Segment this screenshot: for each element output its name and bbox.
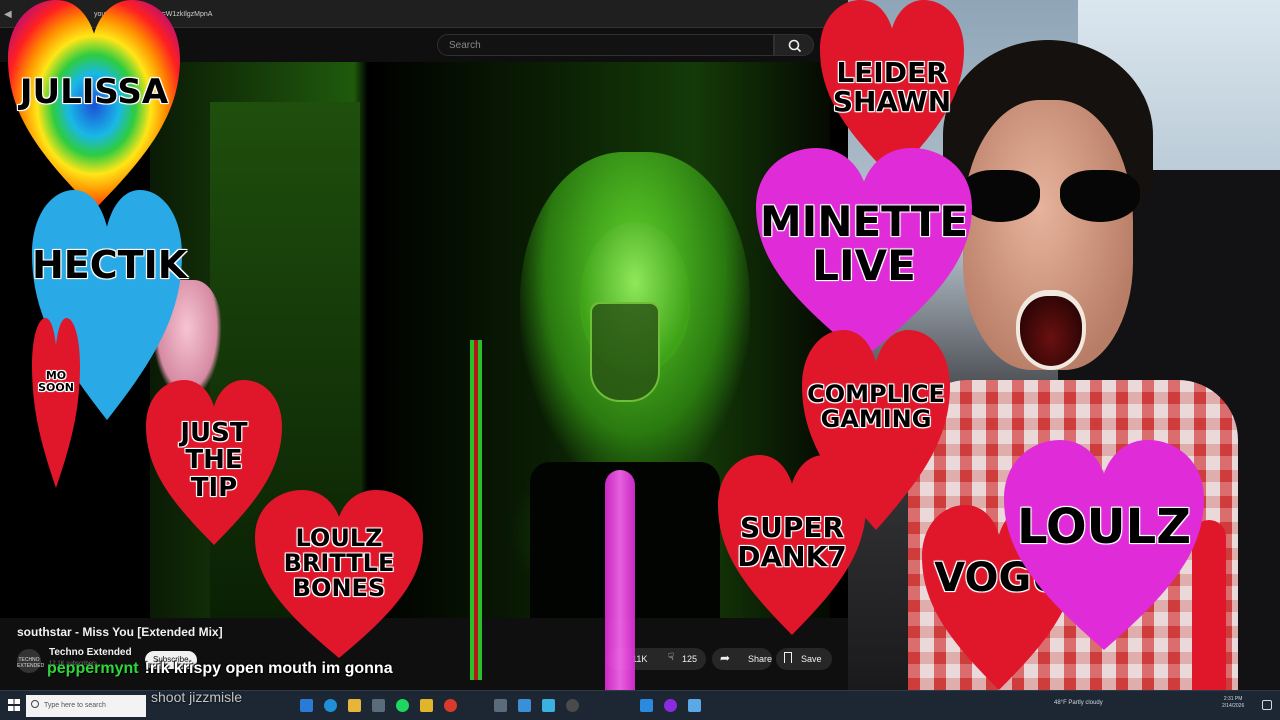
heart-label-leider-shawn: LEIDER SHAWN (832, 56, 952, 119)
heart-label-complice: COMPLICE GAMING (807, 380, 945, 434)
app-icon[interactable] (518, 699, 531, 712)
app4-icon[interactable] (688, 699, 701, 712)
search-icon (788, 39, 802, 53)
chrome-icon[interactable] (420, 699, 433, 712)
windows-start-icon[interactable] (8, 699, 20, 711)
calculator-icon[interactable] (494, 699, 507, 712)
chat-username: peppermynt (47, 660, 139, 677)
overlay-bar-green (470, 340, 482, 680)
notification-icon[interactable] (1262, 700, 1272, 710)
chat-text: !rik krispy open mouth im gonna (144, 660, 393, 677)
heart-label-small-left: MO SOON (38, 369, 74, 394)
edge-icon[interactable] (324, 699, 337, 712)
channel-name[interactable]: Techno Extended (49, 647, 132, 658)
dislike-count: 125 (682, 654, 698, 664)
channel-avatar[interactable]: TECHNO EXTENDED (17, 649, 44, 673)
share-icon: ➦ (720, 651, 731, 665)
heart-small-left: MO SOON (32, 318, 80, 488)
clock-date: 2/14/2026 (1222, 703, 1245, 709)
video-title: southstar - Miss You [Extended Mix] (17, 625, 223, 639)
obs-icon[interactable] (566, 699, 579, 712)
weather-tray[interactable]: 48°F Partly cloudy (1054, 700, 1103, 706)
heart-label-minette-live: MINETTE LIVE (759, 197, 969, 291)
bookmark-icon (784, 652, 792, 663)
chat-message: peppermynt !rik krispy open mouth im gonn… (47, 660, 393, 678)
share-label: Share (748, 654, 773, 664)
browser-icon[interactable] (542, 699, 555, 712)
search-button[interactable] (774, 34, 814, 56)
heart-label-loulz: LOULZ (1016, 499, 1192, 555)
task-view-icon[interactable] (300, 699, 313, 712)
heart-label-super-dank: SUPER DANK7 (737, 511, 847, 574)
store-icon[interactable] (372, 699, 385, 712)
heart-loulz: LOULZ (1004, 440, 1204, 650)
search-input[interactable]: Search (437, 34, 774, 56)
heart-julissa: JULISSA (8, 0, 180, 210)
overlay-bar-pink (605, 470, 635, 695)
search-icon (31, 700, 39, 708)
heart-label-loulz-brittle: LOULZ BRITTLE BONES (283, 524, 395, 603)
sunglasses (960, 170, 1145, 225)
app2-icon[interactable] (640, 699, 653, 712)
spotify-icon[interactable] (396, 699, 409, 712)
heart-label-julissa: JULISSA (19, 72, 169, 112)
twitch-icon[interactable] (444, 699, 457, 712)
heart-loulz-brittle: LOULZ BRITTLE BONES (255, 490, 423, 658)
folder-icon[interactable] (348, 699, 361, 712)
app3-icon[interactable] (664, 699, 677, 712)
thumbs-down-icon[interactable]: ☟ (668, 652, 674, 663)
clock[interactable]: 2:31 PM 2/14/2026 (1222, 696, 1244, 710)
heart-super-dank: SUPER DANK7 (718, 455, 866, 635)
alert-text: shoot jizzmisle (151, 689, 243, 705)
save-label: Save (801, 654, 822, 664)
taskbar-search-placeholder: Type here to search (44, 702, 106, 709)
heart-minette-live: MINETTE LIVE (756, 148, 972, 358)
share-button[interactable]: ➦ Share (712, 648, 772, 670)
save-button[interactable]: Save (776, 648, 832, 670)
clock-time: 2:31 PM (1223, 696, 1243, 702)
screen: ◀ youtube.com/watch?v=W1zkIlgzMpnA Searc… (0, 0, 1280, 720)
taskbar-search[interactable]: Type here to search (26, 695, 146, 717)
heart-label-hectik: HECTIK (32, 243, 188, 287)
